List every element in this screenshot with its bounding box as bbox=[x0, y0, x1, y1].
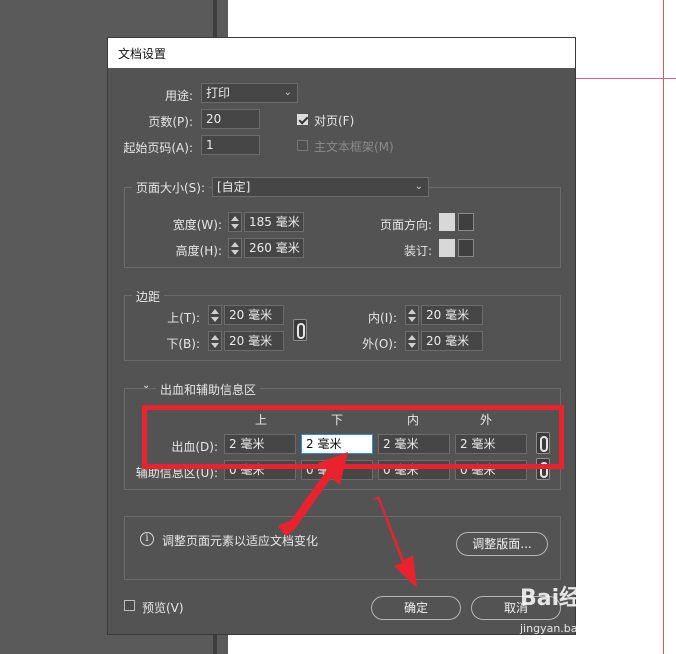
annotation-arrows bbox=[278, 452, 417, 588]
arrow-to-ok-button bbox=[371, 496, 417, 588]
watermark-brand: Bai经验 bbox=[520, 586, 604, 611]
watermark-url: jingyan.baidu.com bbox=[520, 622, 622, 635]
arrow-to-bleed-field bbox=[278, 452, 348, 536]
